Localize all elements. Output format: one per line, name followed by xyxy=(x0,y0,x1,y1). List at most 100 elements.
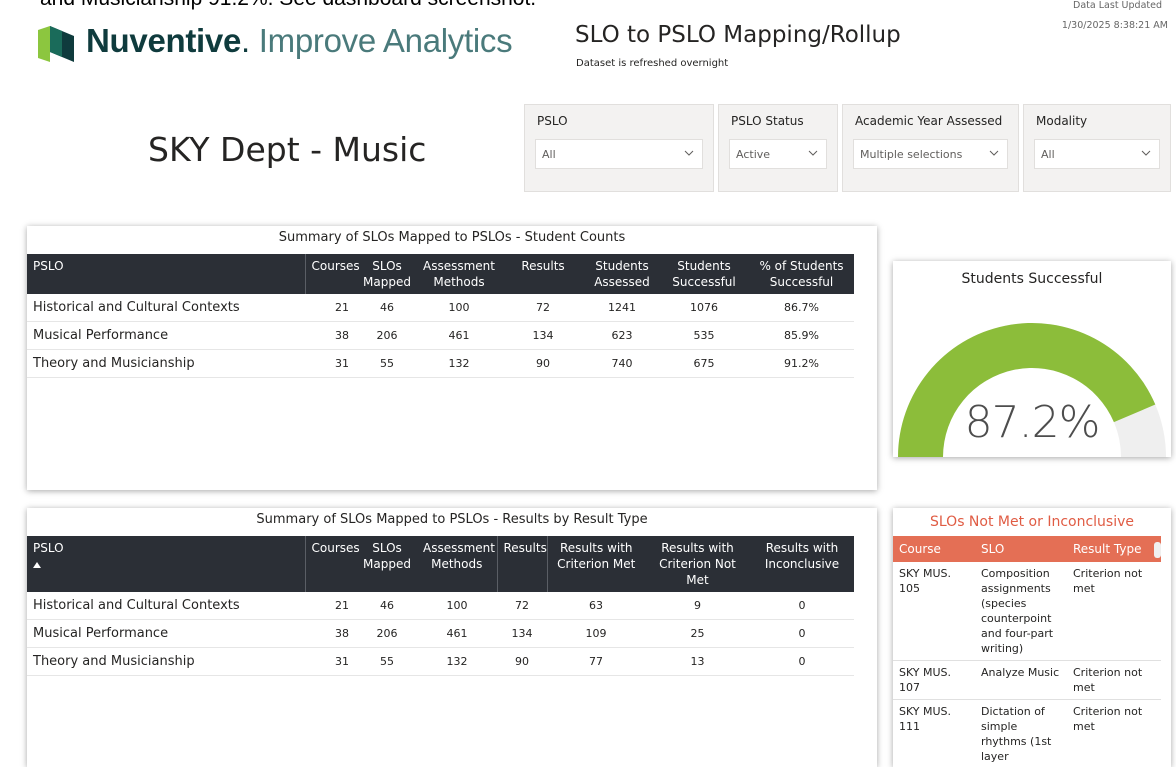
column-header[interactable]: Courses xyxy=(304,254,360,294)
table-cell: 90 xyxy=(501,349,585,378)
logo-dot: . xyxy=(241,22,250,59)
column-header[interactable]: SLO xyxy=(975,536,1067,562)
table-cell: 72 xyxy=(497,592,547,620)
table-cell: Theory and Musicianship xyxy=(27,349,305,378)
column-header[interactable]: Results xyxy=(496,536,547,592)
table-cell: 132 xyxy=(417,349,501,378)
slos-not-met-card: SLOs Not Met or Inconclusive Course SLO … xyxy=(893,508,1171,767)
caption-text: and Musicianship 91.2%. See dashboard sc… xyxy=(40,0,536,10)
table-cell: 109 xyxy=(547,619,645,648)
table-header-row: PSLO Courses SLOs Mapped Assessment Meth… xyxy=(27,536,854,592)
table-cell: 535 xyxy=(659,321,749,350)
filter-pslo: PSLO All xyxy=(524,104,714,192)
column-header[interactable]: Results with Criterion Not Met xyxy=(645,536,750,592)
student-counts-table: PSLO Courses SLOs Mapped Assessment Meth… xyxy=(27,254,854,378)
column-header[interactable]: Results xyxy=(501,254,585,294)
dropdown-value: All xyxy=(542,148,556,161)
table-cell: 1241 xyxy=(585,294,659,322)
table-cell: 132 xyxy=(417,647,497,676)
filter-academic-year: Academic Year Assessed Multiple selectio… xyxy=(842,104,1019,192)
gauge-value: 87.2% xyxy=(964,397,1101,448)
pslo-dropdown[interactable]: All xyxy=(535,139,703,169)
chevron-down-icon xyxy=(1141,150,1151,156)
table-cell: 9 xyxy=(645,592,750,620)
data-updated-value: 1/30/2025 8:38:21 AM xyxy=(1061,20,1168,31)
table-cell: 100 xyxy=(417,592,497,620)
table-cell: 38 xyxy=(305,619,357,648)
chevron-down-icon xyxy=(684,150,694,156)
column-header[interactable]: Students Assessed xyxy=(585,254,659,294)
column-header-label: PSLO xyxy=(33,541,64,555)
student-counts-card: Summary of SLOs Mapped to PSLOs - Studen… xyxy=(27,226,877,490)
filter-pslo-status: PSLO Status Active xyxy=(718,104,838,192)
table-row[interactable]: SKY MUS. 105 Composition assignments (sp… xyxy=(893,562,1161,661)
table-row[interactable]: SKY MUS. 111 Dictation of simple rhythms… xyxy=(893,699,1161,767)
table-row[interactable]: Theory and Musicianship 31 55 132 90 740… xyxy=(27,349,854,378)
pslo-status-dropdown[interactable]: Active xyxy=(729,139,827,169)
modality-dropdown[interactable]: All xyxy=(1034,139,1160,169)
table-cell: 206 xyxy=(357,321,417,350)
table-cell: 31 xyxy=(305,349,357,378)
table-cell: 13 xyxy=(645,647,750,676)
table-row[interactable]: Musical Performance 38 206 461 134 109 2… xyxy=(27,619,854,648)
filter-modality: Modality All xyxy=(1023,104,1171,192)
academic-year-dropdown[interactable]: Multiple selections xyxy=(853,139,1008,169)
table-row[interactable]: Historical and Cultural Contexts 21 46 1… xyxy=(27,294,854,322)
column-header[interactable]: Course xyxy=(893,536,975,562)
column-header[interactable]: PSLO xyxy=(27,254,305,294)
table-cell: Musical Performance xyxy=(27,619,305,648)
filter-label: Modality xyxy=(1036,114,1088,128)
table-cell: 206 xyxy=(357,619,417,648)
table-cell: 675 xyxy=(659,349,749,378)
column-header[interactable]: Courses xyxy=(304,536,360,592)
column-header[interactable]: Assessment Methods xyxy=(417,254,501,294)
column-header[interactable]: SLOs Mapped xyxy=(357,254,417,294)
table-header-row: PSLO Courses SLOs Mapped Assessment Meth… xyxy=(27,254,854,294)
table-cell: 100 xyxy=(417,294,501,322)
nuventive-logo-icon xyxy=(38,26,74,62)
dropdown-value: Multiple selections xyxy=(860,148,963,161)
table-row[interactable]: Musical Performance 38 206 461 134 623 5… xyxy=(27,321,854,350)
table-cell: Theory and Musicianship xyxy=(27,647,305,676)
column-header[interactable]: Result Type xyxy=(1067,536,1161,562)
dropdown-value: All xyxy=(1041,148,1055,161)
table-cell: Dictation of simple rhythms (1st layer s… xyxy=(975,699,1067,767)
table-cell: Analyze Music xyxy=(975,660,1067,700)
table-cell: 85.9% xyxy=(749,321,854,350)
table-row[interactable]: Historical and Cultural Contexts 21 46 1… xyxy=(27,592,854,620)
table-cell: 461 xyxy=(417,619,497,648)
table-cell: 623 xyxy=(585,321,659,350)
column-header[interactable]: Assessment Methods xyxy=(417,536,497,592)
table-cell: 90 xyxy=(497,647,547,676)
table-cell: 91.2% xyxy=(749,349,854,378)
slos-not-met-table: Course SLO Result Type SKY MUS. 105 Comp… xyxy=(893,536,1161,767)
table-cell: Musical Performance xyxy=(27,321,305,350)
column-header-pslo[interactable]: PSLO xyxy=(27,536,305,592)
column-header[interactable]: Students Successful xyxy=(659,254,749,294)
sort-ascending-icon[interactable] xyxy=(33,562,41,568)
table-cell: 134 xyxy=(497,619,547,648)
column-header[interactable]: % of Students Successful xyxy=(749,254,854,294)
table-cell: 21 xyxy=(305,592,357,620)
table-cell: 38 xyxy=(305,321,357,350)
table-cell: Historical and Cultural Contexts xyxy=(27,294,305,322)
table-cell: 0 xyxy=(750,647,854,676)
table-cell: SKY MUS. 105 xyxy=(893,562,975,661)
table-cell: Criterion not met xyxy=(1067,699,1161,767)
chevron-down-icon xyxy=(989,150,999,156)
scrollbar-thumb[interactable] xyxy=(1154,542,1161,558)
table-cell: Criterion not met xyxy=(1067,660,1161,700)
table-cell: 72 xyxy=(501,294,585,322)
table-cell: 55 xyxy=(357,349,417,378)
table-cell: Criterion not met xyxy=(1067,562,1161,661)
column-header[interactable]: SLOs Mapped xyxy=(357,536,417,592)
column-header[interactable]: Results with Criterion Met xyxy=(546,536,645,592)
table-cell: SKY MUS. 107 xyxy=(893,660,975,700)
column-header[interactable]: Results with Inconclusive xyxy=(750,536,854,592)
nuventive-logo: Nuventive. Improve Analytics xyxy=(38,22,513,64)
table-row[interactable]: Theory and Musicianship 31 55 132 90 77 … xyxy=(27,647,854,676)
table-row[interactable]: SKY MUS. 107 Analyze Music Criterion not… xyxy=(893,660,1161,700)
table-cell: 25 xyxy=(645,619,750,648)
table-cell: SKY MUS. 111 xyxy=(893,699,975,767)
page-title: SLO to PSLO Mapping/Rollup xyxy=(575,22,901,48)
